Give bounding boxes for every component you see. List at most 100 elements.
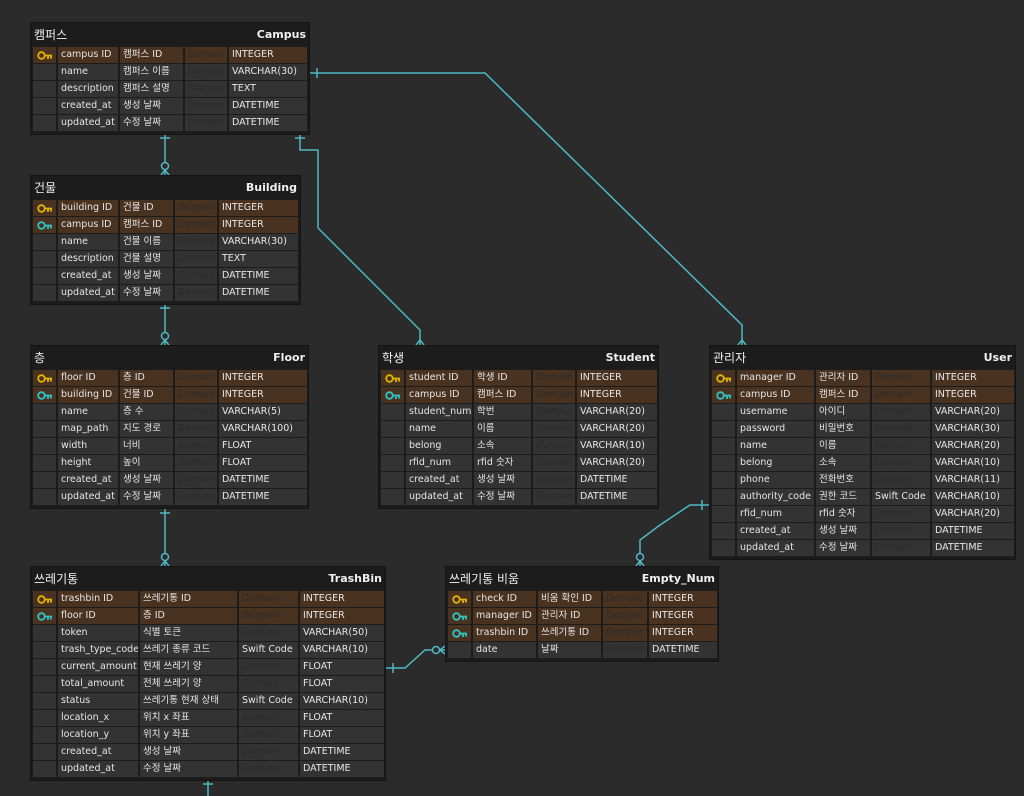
- attribute-type: VARCHAR(11): [932, 472, 1014, 488]
- attribute-row[interactable]: campus ID 캠퍼스 ID Domain INTEGER: [712, 387, 1014, 404]
- attribute-name: trashbin ID: [473, 625, 536, 641]
- attribute-row[interactable]: updated_at 수정 날짜 Domain DATETIME: [381, 489, 657, 506]
- attribute-row[interactable]: name 캠퍼스 이름 Domain VARCHAR(30): [33, 64, 307, 81]
- primary-key-icon: [448, 591, 471, 607]
- entity-floor[interactable]: 층 Floor floor ID 층 ID Domain INTEGER building …: [30, 345, 309, 509]
- attribute-row[interactable]: height 높이 Domain FLOAT: [33, 455, 307, 472]
- attribute-row[interactable]: name 이름 Domain VARCHAR(20): [381, 421, 657, 438]
- attribute-row[interactable]: description 캠퍼스 설명 Domain TEXT: [33, 81, 307, 98]
- attribute-row[interactable]: rfid_num rfid 숫자 Domain VARCHAR(20): [712, 506, 1014, 523]
- attribute-name: location_y: [58, 727, 138, 743]
- attribute-row[interactable]: building ID 건물 ID Domain INTEGER: [33, 200, 298, 217]
- attribute-name: campus ID: [58, 47, 118, 63]
- attribute-type: INTEGER: [932, 387, 1014, 403]
- attribute-row[interactable]: floor ID 층 ID Domain INTEGER: [33, 370, 307, 387]
- attribute-row[interactable]: created_at 생성 날짜 Domain DATETIME: [381, 472, 657, 489]
- attribute-logical: 건물 ID: [120, 387, 173, 403]
- attribute-row[interactable]: name 이름 Domain VARCHAR(20): [712, 438, 1014, 455]
- attribute-row[interactable]: created_at 생성 날짜 Domain DATETIME: [33, 268, 298, 285]
- attribute-row[interactable]: updated_at 수정 날짜 Domain DATETIME: [712, 540, 1014, 557]
- attribute-logical: 비밀번호: [816, 421, 870, 437]
- attribute-row[interactable]: created_at 생성 날짜 Domain DATETIME: [33, 744, 384, 761]
- attribute-row[interactable]: location_y 위치 y 좌표 Domain FLOAT: [33, 727, 384, 744]
- attribute-row[interactable]: student ID 학생 ID Domain INTEGER: [381, 370, 657, 387]
- attribute-row[interactable]: belong 소속 Domain VARCHAR(10): [381, 438, 657, 455]
- entity-building[interactable]: 건물 Building building ID 건물 ID Domain INTEGER c…: [30, 175, 301, 305]
- attribute-row[interactable]: total_amount 전체 쓰레기 양 Domain FLOAT: [33, 676, 384, 693]
- attribute-row[interactable]: username 아이디 Domain VARCHAR(20): [712, 404, 1014, 421]
- attribute-list: check ID 비움 확인 ID Domain INTEGER manager ID 관…: [448, 591, 717, 659]
- attribute-name: manager ID: [737, 370, 814, 386]
- attribute-row[interactable]: map_path 지도 경로 Domain VARCHAR(100): [33, 421, 307, 438]
- attribute-row[interactable]: rfid_num rfid 숫자 Domain VARCHAR(20): [381, 455, 657, 472]
- attribute-domain: Domain: [175, 455, 217, 471]
- attribute-row[interactable]: width 너비 Domain FLOAT: [33, 438, 307, 455]
- link-floor-trashbin[interactable]: [160, 506, 170, 567]
- entity-empty_num[interactable]: 쓰레기통 비움 Empty_Num check ID 비움 확인 ID Domain IN…: [445, 566, 719, 662]
- entity-campus[interactable]: 캠퍼스 Campus campus ID 캠퍼스 ID Domain INTEGER nam…: [30, 22, 310, 135]
- attribute-row[interactable]: created_at 생성 날짜 Domain DATETIME: [33, 472, 307, 489]
- attribute-logical: 소속: [816, 455, 870, 471]
- link-campus-user[interactable]: [310, 68, 747, 346]
- attribute-row[interactable]: student_num 학번 Domain VARCHAR(20): [381, 404, 657, 421]
- attribute-logical: 캠퍼스 ID: [120, 217, 173, 233]
- foreign-key-icon: [448, 625, 471, 641]
- attribute-name: map_path: [58, 421, 118, 437]
- attribute-row[interactable]: current_amount 현재 쓰레기 양 Domain FLOAT: [33, 659, 384, 676]
- attribute-row[interactable]: campus ID 캠퍼스 ID Domain INTEGER: [381, 387, 657, 404]
- link-user-emptynum[interactable]: [635, 500, 709, 567]
- attribute-row[interactable]: token 식별 토큰 Domain VARCHAR(50): [33, 625, 384, 642]
- attribute-type: INTEGER: [649, 608, 717, 624]
- attribute-row[interactable]: manager ID 관리자 ID Domain INTEGER: [712, 370, 1014, 387]
- attribute-type: VARCHAR(10): [300, 693, 384, 709]
- attribute-logical: 비움 확인 ID: [538, 591, 601, 607]
- attribute-type: INTEGER: [300, 608, 384, 624]
- attribute-row[interactable]: updated_at 수정 날짜 Domain DATETIME: [33, 489, 307, 506]
- attribute-logical: 학번: [474, 404, 531, 420]
- link-campus-building[interactable]: [160, 131, 170, 176]
- attribute-type: TEXT: [229, 81, 307, 97]
- attribute-row[interactable]: manager ID 관리자 ID Domain INTEGER: [448, 608, 717, 625]
- attribute-row[interactable]: trashbin ID 쓰레기통 ID Domain INTEGER: [33, 591, 384, 608]
- attribute-name: created_at: [58, 744, 138, 760]
- attribute-row[interactable]: updated_at 수정 날짜 Domain DATETIME: [33, 761, 384, 778]
- attribute-row[interactable]: authority_code 권한 코드 Swift Code VARCHAR(10): [712, 489, 1014, 506]
- attribute-row[interactable]: password 비밀번호 Domain VARCHAR(30): [712, 421, 1014, 438]
- attribute-logical: 권한 코드: [816, 489, 870, 505]
- attribute-row[interactable]: location_x 위치 x 좌표 Domain FLOAT: [33, 710, 384, 727]
- attribute-type: INTEGER: [300, 591, 384, 607]
- attribute-logical: rfid 숫자: [474, 455, 531, 471]
- attribute-row[interactable]: status 쓰레기통 현재 상태 Swift Code VARCHAR(10): [33, 693, 384, 710]
- key-cell: [33, 285, 56, 301]
- attribute-row[interactable]: updated_at 수정 날짜 Domain DATETIME: [33, 115, 307, 132]
- attribute-row[interactable]: belong 소속 Domain VARCHAR(10): [712, 455, 1014, 472]
- attribute-logical: 이름: [816, 438, 870, 454]
- attribute-row[interactable]: trash_type_code 쓰레기 종류 코드 Swift Code VARCHA…: [33, 642, 384, 659]
- attribute-name: height: [58, 455, 118, 471]
- attribute-name: token: [58, 625, 138, 641]
- attribute-row[interactable]: description 건물 설명 Domain TEXT: [33, 251, 298, 268]
- attribute-row[interactable]: name 건물 이름 Domain VARCHAR(30): [33, 234, 298, 251]
- attribute-row[interactable]: trashbin ID 쓰레기통 ID Domain INTEGER: [448, 625, 717, 642]
- link-building-floor[interactable]: [160, 301, 170, 346]
- attribute-row[interactable]: floor ID 층 ID Domain INTEGER: [33, 608, 384, 625]
- attribute-row[interactable]: created_at 생성 날짜 Domain DATETIME: [33, 98, 307, 115]
- attribute-name: rfid_num: [737, 506, 814, 522]
- entity-user[interactable]: 관리자 User manager ID 관리자 ID Domain INTEGER camp…: [709, 345, 1016, 560]
- entity-trashbin[interactable]: 쓰레기통 TrashBin trashbin ID 쓰레기통 ID Domain INTE…: [30, 566, 386, 781]
- attribute-row[interactable]: date 날짜 Domain DATETIME: [448, 642, 717, 659]
- attribute-row[interactable]: created_at 생성 날짜 Domain DATETIME: [712, 523, 1014, 540]
- attribute-type: DATETIME: [577, 489, 657, 505]
- attribute-row[interactable]: name 층 수 Domain VARCHAR(5): [33, 404, 307, 421]
- key-cell: [712, 438, 735, 454]
- attribute-row[interactable]: updated_at 수정 날짜 Domain DATETIME: [33, 285, 298, 302]
- link-campus-student[interactable]: [295, 131, 425, 346]
- attribute-logical: 층 ID: [120, 370, 173, 386]
- attribute-row[interactable]: phone 전화번호 Domain VARCHAR(11): [712, 472, 1014, 489]
- entity-student[interactable]: 학생 Student student ID 학생 ID Domain INTEGER cam…: [378, 345, 659, 509]
- attribute-row[interactable]: building ID 건물 ID Domain INTEGER: [33, 387, 307, 404]
- attribute-row[interactable]: campus ID 캠퍼스 ID Domain INTEGER: [33, 217, 298, 234]
- link-trashbin-emptynum[interactable]: [386, 645, 446, 673]
- attribute-row[interactable]: check ID 비움 확인 ID Domain INTEGER: [448, 591, 717, 608]
- attribute-row[interactable]: campus ID 캠퍼스 ID Domain INTEGER: [33, 47, 307, 64]
